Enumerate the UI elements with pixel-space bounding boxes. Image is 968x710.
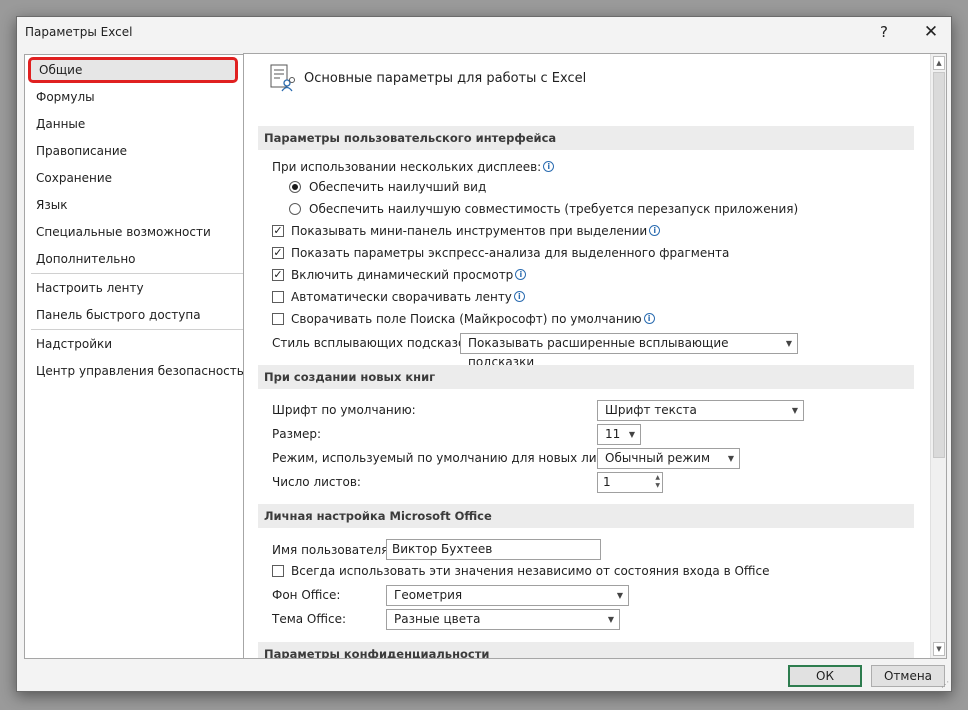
sheet-count-spinner[interactable]: 1 ▲ ▼ xyxy=(597,472,663,493)
nav-item-proofing[interactable]: Правописание xyxy=(25,138,255,164)
default-font-label: Шрифт по умолчанию: xyxy=(272,403,416,417)
nav-item-advanced[interactable]: Дополнительно xyxy=(25,246,255,272)
options-content: Основные параметры для работы с Excel Па… xyxy=(243,53,947,659)
nav-item-formulas[interactable]: Формулы xyxy=(25,84,255,110)
sheet-count-label: Число листов: xyxy=(272,475,361,489)
nav-item-accessibility[interactable]: Специальные возможности xyxy=(25,219,255,245)
mini-toolbar-label: Показывать мини-панель инструментов при … xyxy=(291,224,661,238)
section-personalize-office: Личная настройка Microsoft Office xyxy=(258,504,914,528)
office-background-select[interactable]: Геометрия ▼ xyxy=(386,585,629,606)
username-input[interactable]: Виктор Бухтеев xyxy=(386,539,601,560)
tooltip-style-select[interactable]: Показывать расширенные всплывающие подск… xyxy=(460,333,798,369)
cancel-button[interactable]: Отмена xyxy=(871,665,945,687)
options-nav: Общие Формулы Данные Правописание Сохран… xyxy=(24,54,256,659)
nav-divider xyxy=(31,273,249,274)
chevron-down-icon: ▼ xyxy=(791,406,798,415)
office-background-label: Фон Office: xyxy=(272,588,341,602)
checkbox-mini-toolbar[interactable]: ✓ xyxy=(272,225,284,237)
dialog-title: Параметры Excel xyxy=(25,25,133,39)
collapse-search-label: Сворачивать поле Поиска (Майкрософт) по … xyxy=(291,312,655,326)
chevron-down-icon: ▼ xyxy=(727,454,734,463)
default-view-select[interactable]: Обычный режим ▼ xyxy=(597,448,740,469)
info-icon: i xyxy=(543,161,555,172)
radio-best-view[interactable] xyxy=(289,181,301,193)
checkbox-always-use-values[interactable] xyxy=(272,565,284,577)
default-view-label: Режим, используемый по умолчанию для нов… xyxy=(272,451,629,465)
collapse-ribbon-label: Автоматически сворачивать ленту i xyxy=(291,290,525,304)
nav-item-quick-access-toolbar[interactable]: Панель быстрого доступа xyxy=(25,302,255,328)
section-privacy: Параметры конфиденциальности xyxy=(258,642,914,658)
multi-display-label: При использовании нескольких дисплеев: i xyxy=(272,160,555,174)
nav-divider xyxy=(31,329,249,330)
nav-item-save[interactable]: Сохранение xyxy=(25,165,255,191)
chevron-down-icon: ▼ xyxy=(628,430,635,439)
nav-item-customize-ribbon[interactable]: Настроить ленту xyxy=(25,275,255,301)
radio-best-view-label: Обеспечить наилучший вид xyxy=(309,180,487,194)
ok-button[interactable]: ОК xyxy=(788,665,862,687)
quick-analysis-label: Показать параметры экспресс-анализа для … xyxy=(291,246,730,260)
info-icon: i xyxy=(643,313,655,324)
username-label: Имя пользователя: xyxy=(272,543,393,557)
info-icon: i xyxy=(515,269,527,280)
tooltip-style-label: Стиль всплывающих подсказок: xyxy=(272,336,477,350)
chevron-down-icon: ▼ xyxy=(607,615,614,624)
chevron-down-icon: ▼ xyxy=(616,591,623,600)
scroll-thumb[interactable] xyxy=(933,72,945,458)
default-font-select[interactable]: Шрифт текста ▼ xyxy=(597,400,804,421)
spinner-arrows-icon[interactable]: ▲ ▼ xyxy=(655,474,660,490)
page-title: Основные параметры для работы с Excel xyxy=(304,71,587,86)
checkbox-quick-analysis[interactable]: ✓ xyxy=(272,247,284,259)
office-theme-label: Тема Office: xyxy=(272,612,347,626)
section-ui-options: Параметры пользовательского интерфейса xyxy=(258,126,914,150)
radio-compat[interactable] xyxy=(289,203,301,215)
scroll-up-icon[interactable]: ▲ xyxy=(933,56,945,70)
nav-item-data[interactable]: Данные xyxy=(25,111,255,137)
info-icon: i xyxy=(513,291,525,302)
live-preview-label: Включить динамический просмотр i xyxy=(291,268,527,282)
scroll-down-icon[interactable]: ▼ xyxy=(933,642,945,656)
help-button[interactable]: ? xyxy=(872,21,896,43)
always-use-values-label: Всегда использовать эти значения независ… xyxy=(291,564,770,578)
info-icon: i xyxy=(649,225,661,236)
checkbox-collapse-search[interactable] xyxy=(272,313,284,325)
resize-grip-icon[interactable]: ⋰ xyxy=(941,680,949,689)
office-theme-select[interactable]: Разные цвета ▼ xyxy=(386,609,620,630)
font-size-select[interactable]: 11 ▼ xyxy=(597,424,641,445)
chevron-down-icon: ▼ xyxy=(785,339,792,348)
radio-compat-label: Обеспечить наилучшую совместимость (треб… xyxy=(309,202,799,216)
close-button[interactable]: ✕ xyxy=(919,21,943,43)
nav-item-trust-center[interactable]: Центр управления безопасностью xyxy=(25,358,255,384)
font-size-label: Размер: xyxy=(272,427,322,441)
nav-item-addins[interactable]: Надстройки xyxy=(25,331,255,357)
general-options-icon xyxy=(270,64,295,92)
checkbox-collapse-ribbon[interactable] xyxy=(272,291,284,303)
nav-item-general[interactable]: Общие xyxy=(28,57,238,83)
content-scrollbar[interactable]: ▲ ▼ xyxy=(930,54,946,658)
excel-options-dialog: Параметры Excel ? ✕ Общие Формулы Данные… xyxy=(16,16,952,692)
section-new-workbooks: При создании новых книг xyxy=(258,365,914,389)
nav-item-language[interactable]: Язык xyxy=(25,192,255,218)
title-bar: Параметры Excel ? ✕ xyxy=(17,17,951,47)
checkbox-live-preview[interactable]: ✓ xyxy=(272,269,284,281)
